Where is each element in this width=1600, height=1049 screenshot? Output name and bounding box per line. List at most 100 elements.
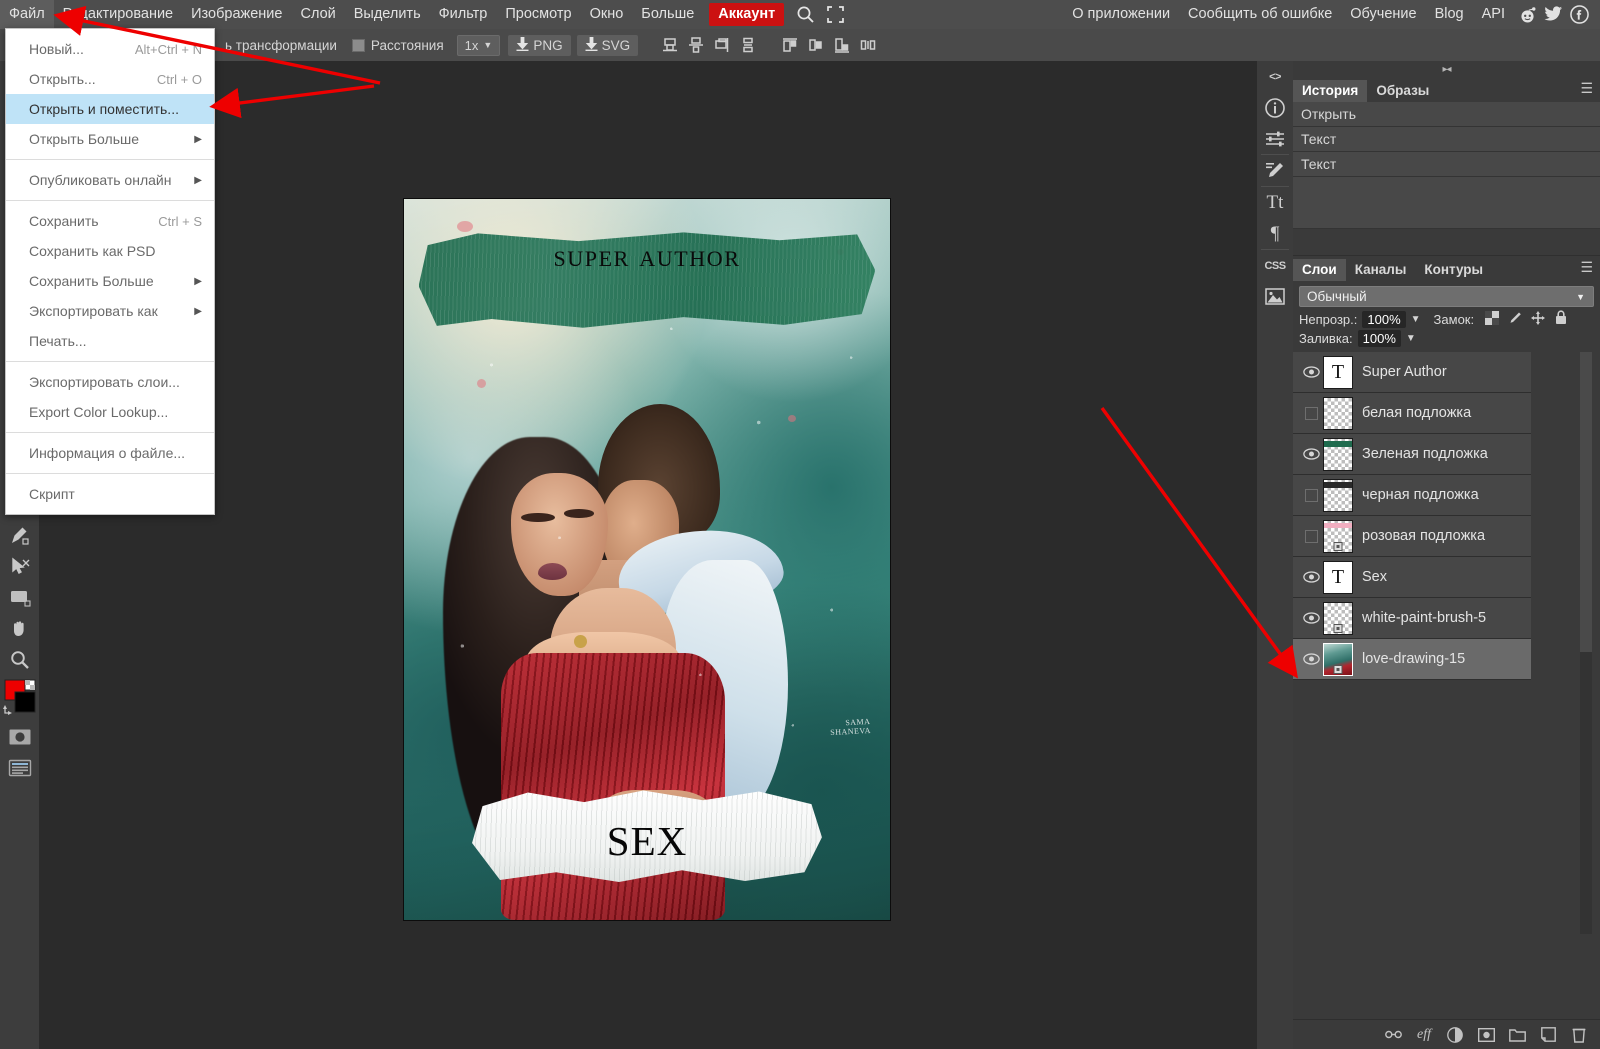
lock-move-icon[interactable] [1531, 310, 1546, 328]
align-center-vertical-icon[interactable] [683, 32, 709, 58]
menu-item-new[interactable]: Новый... Alt+Ctrl + N [6, 34, 214, 64]
eye-icon[interactable] [1299, 653, 1323, 665]
menu-item-script[interactable]: Скрипт [6, 479, 214, 509]
twitter-icon[interactable] [1540, 0, 1566, 29]
layer-row[interactable]: T Super Author [1293, 352, 1531, 393]
layers-scrollbar[interactable] [1580, 352, 1592, 934]
layer-thumbnail[interactable]: T [1323, 560, 1353, 594]
menu-view[interactable]: Просмотр [496, 0, 580, 29]
menu-learning[interactable]: Обучение [1341, 0, 1425, 29]
account-button[interactable]: Аккаунт [709, 3, 785, 26]
history-item[interactable]: Открыть [1293, 102, 1600, 127]
search-icon[interactable] [790, 0, 820, 29]
css-icon[interactable]: CSS [1257, 250, 1293, 281]
layer-thumbnail[interactable] [1323, 519, 1353, 553]
menu-item-export-color-lookup[interactable]: Export Color Lookup... [6, 397, 214, 427]
scale-select[interactable]: 1x ▼ [456, 34, 501, 56]
blend-mode-select[interactable]: Обычный ▼ [1299, 286, 1594, 307]
menu-edit[interactable]: Редактирование [54, 0, 182, 29]
adjustment-layer-icon[interactable] [1446, 1026, 1464, 1044]
layer-row[interactable]: розовая подложка [1293, 516, 1531, 557]
history-item[interactable]: Текст [1293, 152, 1600, 177]
history-item[interactable]: Текст [1293, 127, 1600, 152]
tab-paths[interactable]: Контуры [1415, 259, 1493, 281]
panel-menu-icon[interactable]: ☰ [1580, 81, 1593, 95]
file-dropdown-menu[interactable]: Новый... Alt+Ctrl + N Открыть... Ctrl + O … [5, 28, 215, 515]
align-right-icon[interactable] [829, 32, 855, 58]
layer-thumbnail[interactable] [1323, 601, 1353, 635]
layer-row[interactable]: white-paint-brush-5 [1293, 598, 1531, 639]
lock-transparency-icon[interactable] [1485, 310, 1500, 328]
menu-more[interactable]: Больше [632, 0, 703, 29]
image-panel-icon[interactable] [1257, 281, 1293, 312]
eye-hidden-toggle[interactable] [1299, 406, 1323, 420]
canvas-area[interactable]: Super Author SAMA SHANEVA Sex [39, 61, 1257, 1049]
export-svg-button[interactable]: SVG [576, 34, 639, 56]
screen-mode-icon[interactable] [3, 752, 37, 783]
align-top-icon[interactable] [709, 32, 735, 58]
distribute-horizontal-icon[interactable] [855, 32, 881, 58]
layer-mask-icon[interactable] [1477, 1026, 1495, 1044]
menu-filter[interactable]: Фильтр [430, 0, 497, 29]
layer-effects-icon[interactable]: eff [1415, 1026, 1433, 1044]
layer-thumbnail[interactable] [1323, 642, 1353, 676]
color-swatches-icon[interactable] [1, 675, 39, 721]
cover-title-text[interactable]: Super Author [404, 238, 890, 274]
menu-select[interactable]: Выделить [345, 0, 430, 29]
align-center-horizontal-icon[interactable] [803, 32, 829, 58]
menu-blog[interactable]: Blog [1426, 0, 1473, 29]
menu-item-save[interactable]: Сохранить Ctrl + S [6, 206, 214, 236]
layer-row[interactable]: Зеленая подложка [1293, 434, 1531, 475]
path-select-icon[interactable] [3, 551, 37, 582]
pen-tool-icon[interactable] [3, 520, 37, 551]
menu-item-export-layers[interactable]: Экспортировать слои... [6, 367, 214, 397]
menu-layer[interactable]: Слой [291, 0, 344, 29]
align-left-icon[interactable] [777, 32, 803, 58]
zoom-tool-icon[interactable] [3, 644, 37, 675]
adjustments-icon[interactable] [1257, 123, 1293, 154]
code-icon[interactable]: <> [1257, 61, 1293, 92]
new-group-icon[interactable] [1508, 1026, 1526, 1044]
menu-image[interactable]: Изображение [182, 0, 291, 29]
distribute-vertical-icon[interactable] [735, 32, 761, 58]
layer-row[interactable]: T Sex [1293, 557, 1531, 598]
menu-file[interactable]: Файл [0, 0, 54, 29]
menu-report-bug[interactable]: Сообщить об ошибке [1179, 0, 1341, 29]
hand-tool-icon[interactable] [3, 613, 37, 644]
fill-value[interactable]: 100% [1357, 330, 1401, 347]
align-bottom-icon[interactable] [657, 32, 683, 58]
tab-layers[interactable]: Слои [1293, 259, 1346, 281]
layer-thumbnail[interactable]: T [1323, 355, 1353, 389]
menu-item-open-more[interactable]: Открыть Больше ▶ [6, 124, 214, 154]
collapse-icon[interactable]: ▸◂ [1293, 61, 1600, 77]
layer-row[interactable]: черная подложка [1293, 475, 1531, 516]
eye-hidden-toggle[interactable] [1299, 488, 1323, 502]
tab-snapshots[interactable]: Образы [1367, 80, 1439, 102]
scrollbar-thumb[interactable] [1580, 352, 1592, 652]
eye-icon[interactable] [1299, 366, 1323, 378]
shape-rectangle-icon[interactable] [3, 582, 37, 613]
cover-subtitle-text[interactable]: Sex [404, 802, 890, 869]
menu-about[interactable]: О приложении [1063, 0, 1179, 29]
paragraph-panel-icon[interactable]: ¶ [1257, 218, 1293, 249]
eye-hidden-toggle[interactable] [1299, 529, 1323, 543]
menu-api[interactable]: API [1473, 0, 1514, 29]
tab-history[interactable]: История [1293, 80, 1368, 102]
character-panel-icon[interactable]: Tt [1257, 187, 1293, 218]
opacity-value[interactable]: 100% [1362, 310, 1406, 328]
panel-menu-icon[interactable]: ☰ [1580, 260, 1593, 274]
facebook-icon[interactable] [1566, 0, 1592, 29]
chevron-down-icon[interactable]: ▼ [1406, 333, 1416, 344]
book-cover-artwork[interactable]: Super Author SAMA SHANEVA Sex [403, 198, 891, 921]
brush-settings-icon[interactable] [1257, 155, 1293, 186]
layer-row[interactable]: белая подложка [1293, 393, 1531, 434]
fullscreen-icon[interactable] [820, 0, 850, 29]
reddit-icon[interactable] [1514, 0, 1540, 29]
layer-thumbnail[interactable] [1323, 478, 1353, 512]
chevron-down-icon[interactable]: ▼ [1411, 314, 1421, 325]
menu-item-export-as[interactable]: Экспортировать как ▶ [6, 296, 214, 326]
export-png-button[interactable]: PNG [508, 34, 571, 56]
eye-icon[interactable] [1299, 612, 1323, 624]
layer-thumbnail[interactable] [1323, 396, 1353, 430]
menu-item-save-more[interactable]: Сохранить Больше ▶ [6, 266, 214, 296]
